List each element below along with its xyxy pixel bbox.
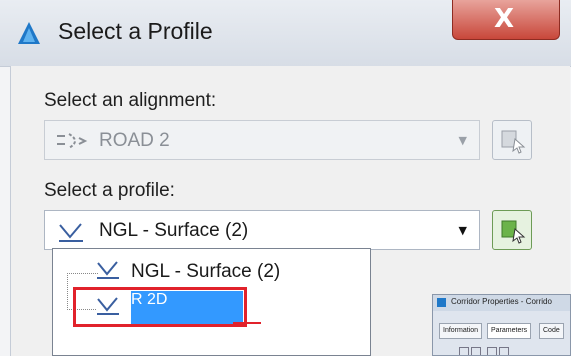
alignment-icon bbox=[57, 133, 88, 149]
pick-profile-button[interactable] bbox=[492, 210, 532, 250]
toolbar-icon[interactable] bbox=[459, 347, 469, 355]
profile-icon bbox=[97, 261, 119, 279]
toolbar-icon[interactable] bbox=[499, 347, 509, 355]
alignment-value: ROAD 2 bbox=[99, 130, 170, 151]
profile-label: Select a profile: bbox=[44, 180, 175, 201]
toolbar-icons bbox=[459, 347, 509, 355]
dialog-title: Select a Profile bbox=[58, 18, 213, 44]
close-button[interactable]: X bbox=[452, 0, 560, 40]
title-bar[interactable]: Select a Profile X bbox=[0, 0, 571, 67]
profile-dropdown-list[interactable]: NGL - Surface (2) R 2D bbox=[52, 248, 371, 356]
annotation-underline bbox=[233, 322, 261, 324]
profile-value: NGL - Surface (2) bbox=[99, 220, 249, 241]
alignment-label: Select an alignment: bbox=[44, 90, 217, 111]
pick-from-drawing-icon bbox=[501, 220, 526, 244]
tab-information[interactable]: Information bbox=[439, 323, 483, 339]
option-label: NGL - Surface (2) bbox=[131, 261, 281, 282]
alignment-combo[interactable]: ROAD 2 ▼ bbox=[44, 120, 480, 160]
pick-alignment-button[interactable] bbox=[492, 120, 532, 160]
list-item[interactable]: NGL - Surface (2) bbox=[53, 255, 370, 289]
chevron-down-icon[interactable]: ▼ bbox=[459, 134, 467, 147]
profile-icon bbox=[59, 223, 83, 242]
highlight-annotation-box bbox=[73, 287, 247, 327]
window-title: Corridor Properties - Corrido bbox=[451, 297, 552, 306]
profile-combo[interactable]: NGL - Surface (2) ▼ bbox=[44, 210, 480, 250]
select-profile-dialog: Select a Profile X Select an alignment: … bbox=[0, 0, 571, 356]
corridor-properties-window[interactable]: Corridor Properties - Corrido Informatio… bbox=[432, 294, 571, 356]
chevron-down-icon[interactable]: ▼ bbox=[459, 224, 467, 237]
app-icon bbox=[437, 298, 446, 307]
civil3d-app-icon bbox=[18, 22, 40, 44]
pick-from-drawing-icon bbox=[501, 130, 526, 154]
toolbar-icon[interactable] bbox=[487, 347, 497, 355]
toolbar-icon[interactable] bbox=[471, 347, 481, 355]
tab-parameters[interactable]: Parameters bbox=[487, 323, 532, 339]
tab-code[interactable]: Code bbox=[539, 323, 564, 339]
close-icon: X bbox=[494, 4, 515, 34]
